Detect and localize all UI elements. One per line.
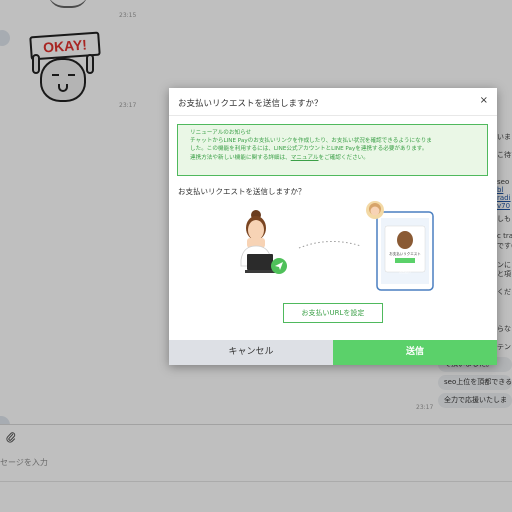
set-payment-url-button[interactable]: お支払いURLを設定 [283, 303, 383, 323]
dialog-subtitle: お支払いリクエストを送信しますか？ [178, 187, 306, 196]
send-button[interactable]: 送信 [333, 340, 497, 365]
illustration-graphic [240, 201, 434, 291]
dialog-title: お支払いリクエストを送信しますか？ [178, 99, 323, 109]
payment-request-dialog: お支払いリクエストを送信しますか？ × リニューアルのお知らせ チャットからLI… [169, 88, 497, 365]
phone-illustration [366, 201, 434, 291]
dialog-header: お支払いリクエストを送信しますか？ × [169, 88, 497, 116]
notice-text: をご確認ください。 [318, 154, 369, 161]
renewal-notice: リニューアルのお知らせ チャットからLINE Payのお支払いリンクを作成したり… [177, 124, 488, 176]
woman-illustration [240, 210, 287, 274]
cancel-button[interactable]: キャンセル [169, 340, 333, 365]
notice-line: した。この機能を利用するには、LINE公式アカウントとLINE Payを連携する… [190, 146, 428, 153]
phone-card-button: お支払い [398, 270, 411, 274]
notice-heading: リニューアルのお知らせ [190, 130, 252, 136]
close-icon[interactable]: × [480, 95, 488, 106]
manual-link[interactable]: マニュアル [291, 155, 319, 161]
phone-card-title: お支払いリクエスト [389, 252, 421, 256]
notice-text: 連携方法や新しい機能に関する詳細は、 [190, 154, 291, 161]
notice-line: 連携方法や新しい機能に関する詳細は、マニュアルをご確認ください。 [190, 154, 475, 162]
notice-line: チャットからLINE Payのお支払いリンクを作成したり、お支払い状況を確認でき… [190, 138, 432, 145]
payment-illustration: お支払いリクエスト お支払い [169, 200, 497, 300]
